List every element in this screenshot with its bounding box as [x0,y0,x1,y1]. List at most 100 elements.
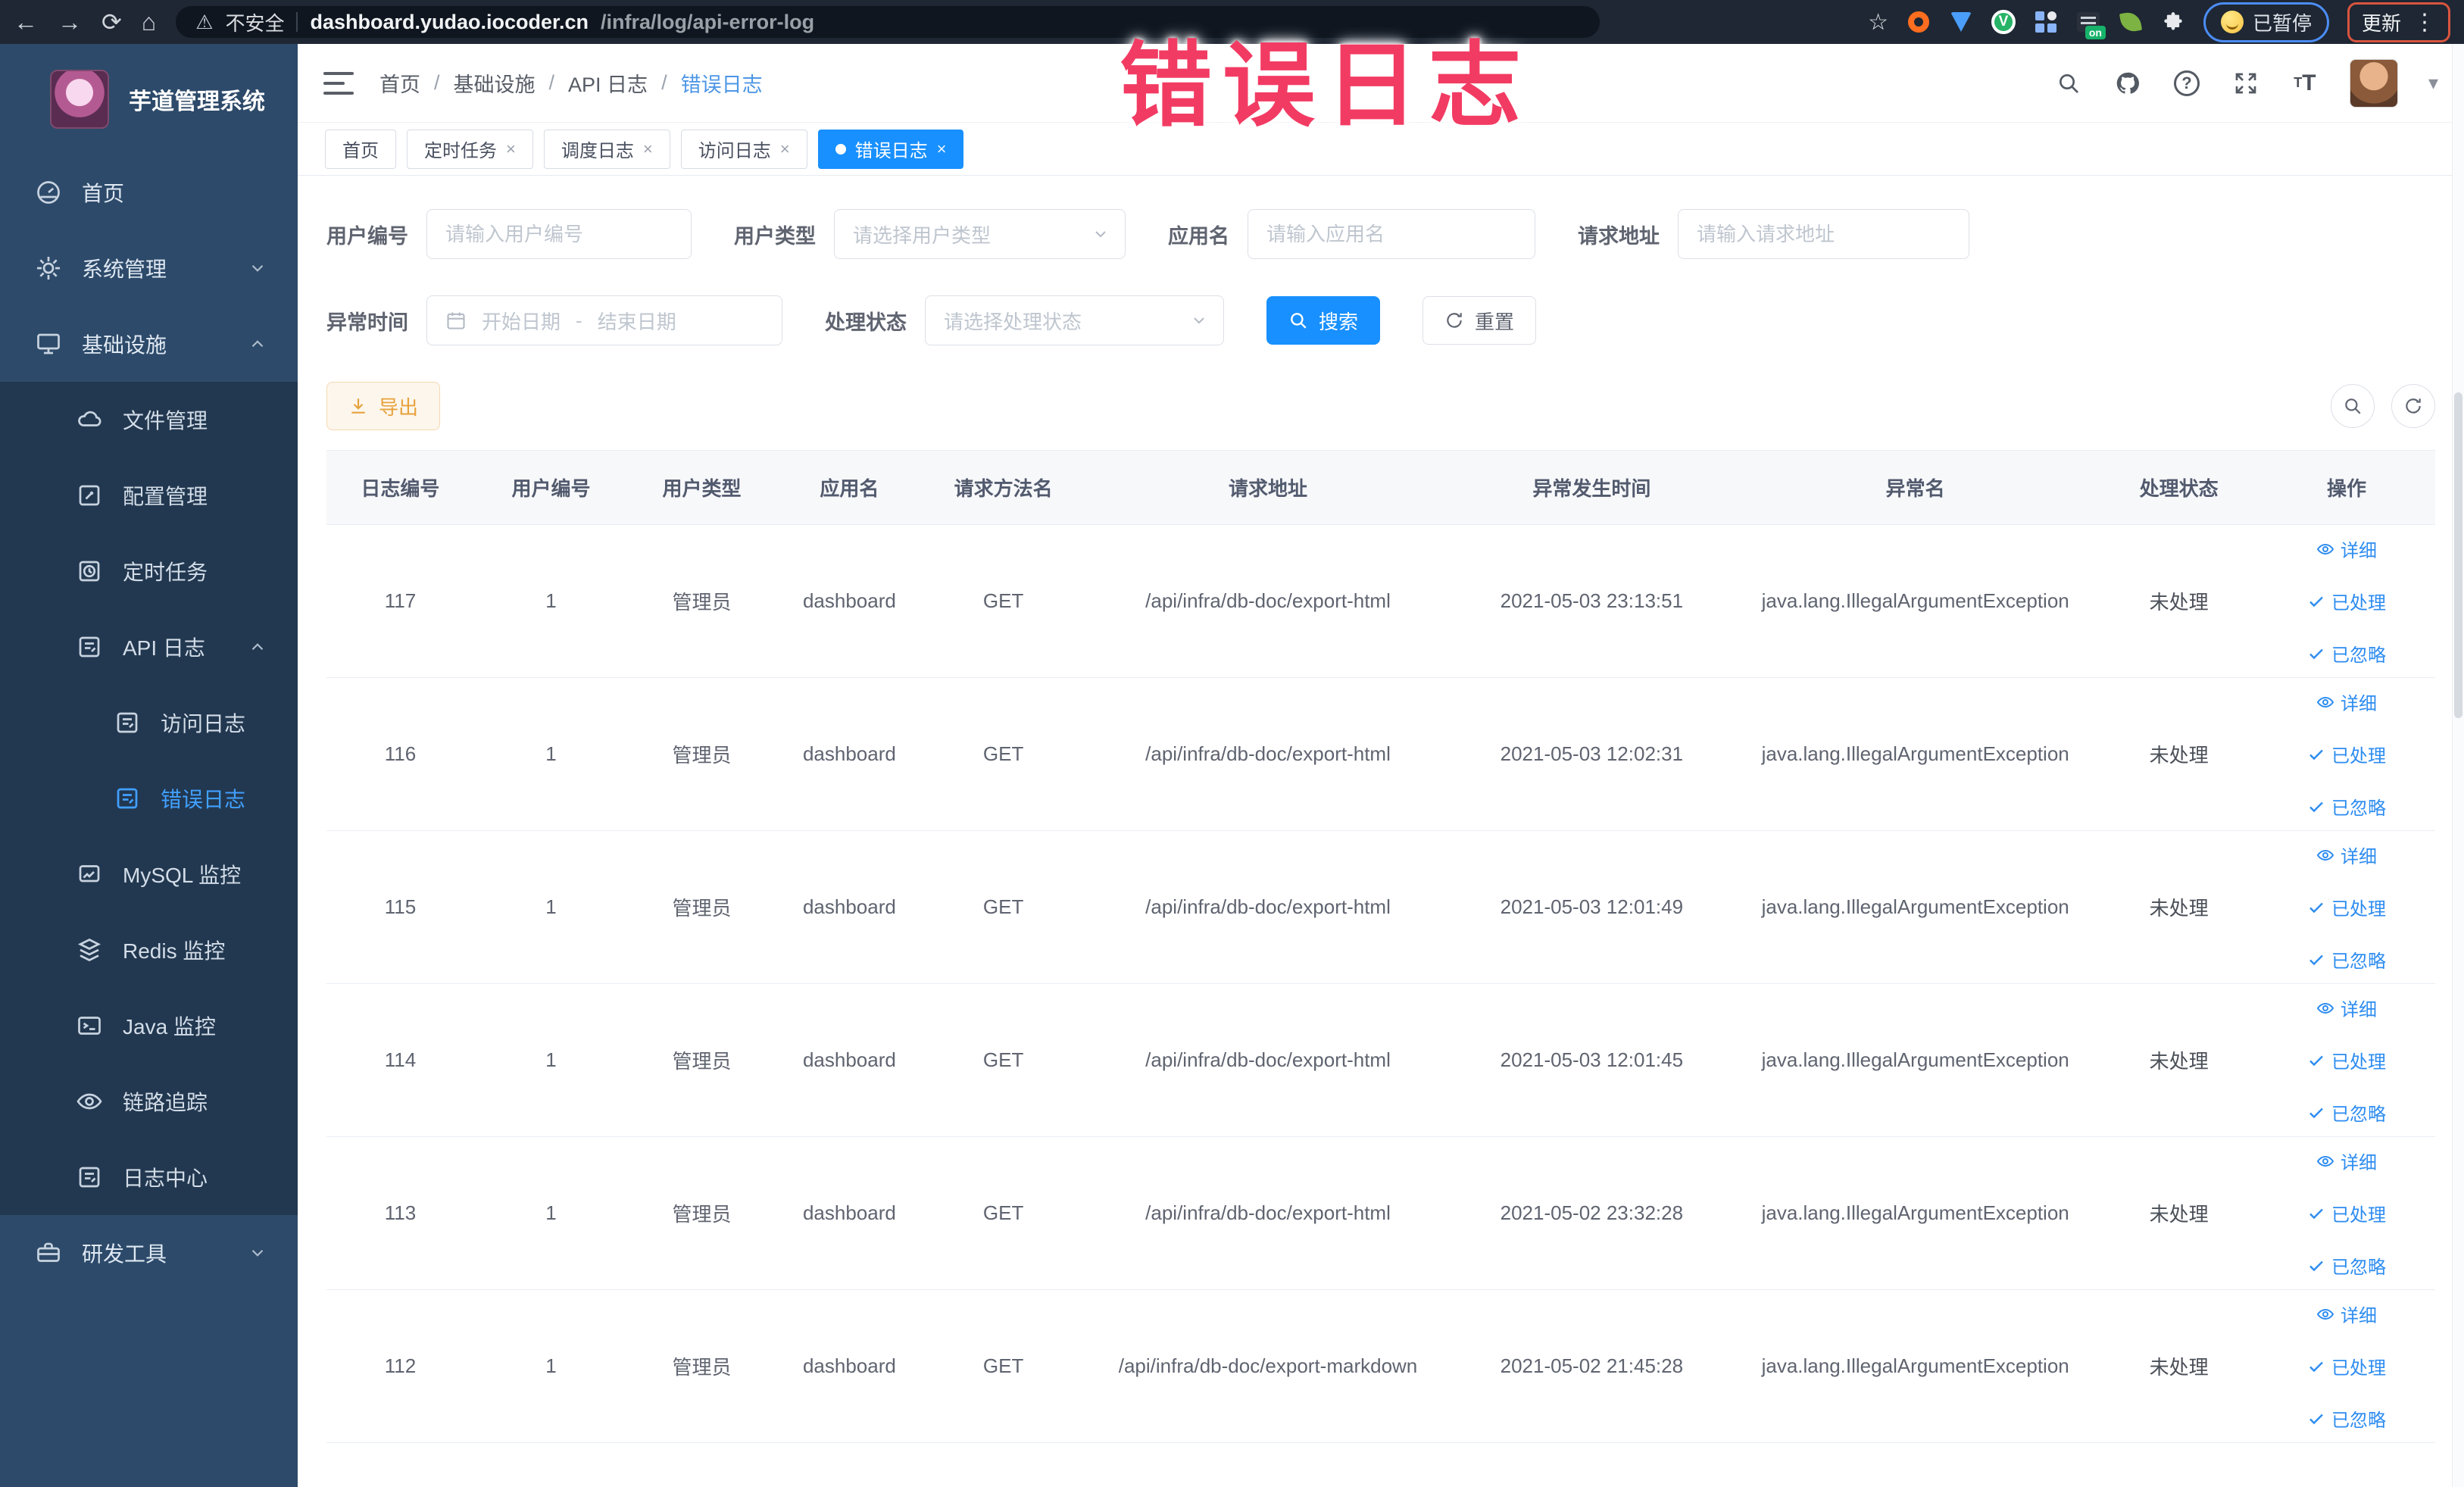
mark-ignored-link[interactable]: 已忽略 [2307,1405,2386,1432]
process-status-select[interactable]: 请选择处理状态 [925,295,1224,345]
browser-update-button[interactable]: 更新 ⋮ [2347,2,2450,42]
status-cell: 未处理 [2149,1356,2209,1379]
browser-home-icon[interactable]: ⌂ [142,10,156,34]
scrollbar-thumb[interactable] [2454,392,2462,718]
time-cell: 2021-05-03 12:01:45 [1500,1048,1684,1071]
github-icon[interactable] [2113,69,2142,98]
detail-link[interactable]: 详细 [2316,995,2377,1021]
toggle-search-button[interactable] [2331,384,2375,428]
extension-leaf-icon[interactable] [2119,10,2143,34]
sidebar-item-log-center[interactable]: 日志中心 [0,1139,298,1215]
fullscreen-icon[interactable] [2231,69,2260,98]
paused-extension-badge[interactable]: 已暂停 [2203,2,2329,42]
extension-shield-icon[interactable] [1949,10,1973,34]
browser-menu-kebab-icon[interactable]: ⋮ [2413,9,2436,36]
bookmark-star-icon[interactable]: ☆ [1868,9,1888,36]
tab-scheduled-jobs[interactable]: 定时任务 × [407,129,533,169]
time-cell: 2021-05-03 23:13:51 [1500,589,1684,612]
extension-grid-icon[interactable] [2034,10,2058,34]
mark-processed-link[interactable]: 已处理 [2307,1047,2386,1073]
mark-ignored-link[interactable]: 已忽略 [2307,1099,2386,1126]
eye-icon [2316,1308,2334,1320]
mark-processed-link[interactable]: 已处理 [2307,741,2386,767]
mark-ignored-link[interactable]: 已忽略 [2307,793,2386,820]
mark-ignored-link[interactable]: 已忽略 [2307,640,2386,667]
app-name-input[interactable] [1248,209,1535,259]
detail-link[interactable]: 详细 [2316,536,2377,562]
help-icon[interactable]: ? [2172,69,2201,98]
app-name-cell: dashboard [802,1201,896,1224]
extension-v-icon[interactable]: V [1991,10,2016,34]
extensions-puzzle-icon[interactable] [2161,10,2185,34]
tab-close-icon[interactable]: × [937,139,947,159]
sidebar-item-scheduled-jobs[interactable]: 定时任务 [0,533,298,609]
sidebar-item-config-manage[interactable]: 配置管理 [0,458,298,533]
status-cell: 未处理 [2149,591,2209,614]
user-type-cell: 管理员 [672,1203,732,1226]
detail-link[interactable]: 详细 [2316,1301,2377,1327]
mark-processed-link[interactable]: 已处理 [2307,1353,2386,1379]
mark-ignored-link[interactable]: 已忽略 [2307,946,2386,973]
breadcrumb-api-log[interactable]: API 日志 [568,68,648,98]
sidebar-item-system[interactable]: 系统管理 [0,230,298,306]
extension-on-badge-icon[interactable]: on [2076,10,2106,39]
user-menu-caret-icon[interactable]: ▾ [2428,71,2438,95]
address-bar[interactable]: ⚠ 不安全 dashboard.yudao.iocoder.cn/infra/l… [176,6,1601,38]
user-avatar[interactable] [2349,58,2398,108]
sidebar-item-java-monitor[interactable]: Java 监控 [0,988,298,1064]
reset-button[interactable]: 重置 [1422,296,1537,345]
eye-icon [2316,696,2334,708]
extension-orange-icon[interactable] [1907,10,1931,34]
mark-processed-link[interactable]: 已处理 [2307,894,2386,920]
table-row: 114 1 管理员 dashboard GET /api/infra/db-do… [326,984,2435,1137]
status-cell: 未处理 [2149,744,2209,767]
sidebar-item-mysql-monitor[interactable]: MySQL 监控 [0,836,298,912]
breadcrumb-infra[interactable]: 基础设施 [454,68,536,98]
sidebar-item-file-manage[interactable]: 文件管理 [0,382,298,458]
mark-processed-link[interactable]: 已处理 [2307,588,2386,614]
font-size-icon[interactable]: TT [2291,69,2319,98]
app-logo-row[interactable]: 芋道管理系统 [0,44,298,155]
browser-forward-icon[interactable]: → [58,10,82,34]
refresh-table-button[interactable] [2391,384,2435,428]
detail-link[interactable]: 详细 [2316,689,2377,715]
tab-home[interactable]: 首页 [325,129,396,169]
tab-schedule-log[interactable]: 调度日志 × [543,129,670,169]
scrollbar-track[interactable] [2452,44,2464,1487]
request-url-input[interactable] [1678,209,1969,259]
eye-icon [2316,543,2334,555]
sidebar-item-dev-tools[interactable]: 研发工具 [0,1215,298,1291]
export-button[interactable]: 导出 [326,382,441,430]
detail-link[interactable]: 详细 [2316,842,2377,868]
sidebar-item-access-log[interactable]: 访问日志 [0,685,298,761]
tab-close-icon[interactable]: × [506,139,516,159]
header-search-icon[interactable] [2054,69,2083,98]
mark-processed-link[interactable]: 已处理 [2307,1200,2386,1226]
user-type-select[interactable]: 请选择用户类型 [834,209,1126,259]
sidebar-item-tracing[interactable]: 链路追踪 [0,1064,298,1139]
exception-time-range-picker[interactable]: 开始日期 - 结束日期 [426,295,782,345]
home-icon [37,181,60,204]
breadcrumb-home[interactable]: 首页 [379,68,420,98]
tab-close-icon[interactable]: × [780,139,790,159]
user-id-input[interactable] [426,209,692,259]
sidebar-item-api-log[interactable]: API 日志 [0,609,298,685]
tab-close-icon[interactable]: × [643,139,653,159]
browser-reload-icon[interactable]: ⟳ [101,10,122,34]
browser-back-icon[interactable]: ← [14,10,38,34]
terminal-icon [78,1017,101,1035]
user-type-cell: 管理员 [672,897,732,920]
tag-view-bar: 首页 定时任务 × 调度日志 × 访问日志 × 错误日志 × [298,123,2464,176]
sidebar-collapse-icon[interactable] [323,70,354,96]
sidebar-item-home[interactable]: 首页 [0,155,298,230]
check-icon [2309,1261,2323,1271]
tab-error-log[interactable]: 错误日志 × [817,129,964,169]
eye-icon [2316,1002,2334,1014]
detail-link[interactable]: 详细 [2316,1148,2377,1174]
sidebar-item-redis-monitor[interactable]: Redis 监控 [0,912,298,988]
sidebar-item-infra[interactable]: 基础设施 [0,306,298,382]
mark-ignored-link[interactable]: 已忽略 [2307,1252,2386,1279]
tab-access-log[interactable]: 访问日志 × [680,129,807,169]
sidebar-item-error-log[interactable]: 错误日志 [0,761,298,836]
search-button[interactable]: 搜索 [1266,296,1381,345]
